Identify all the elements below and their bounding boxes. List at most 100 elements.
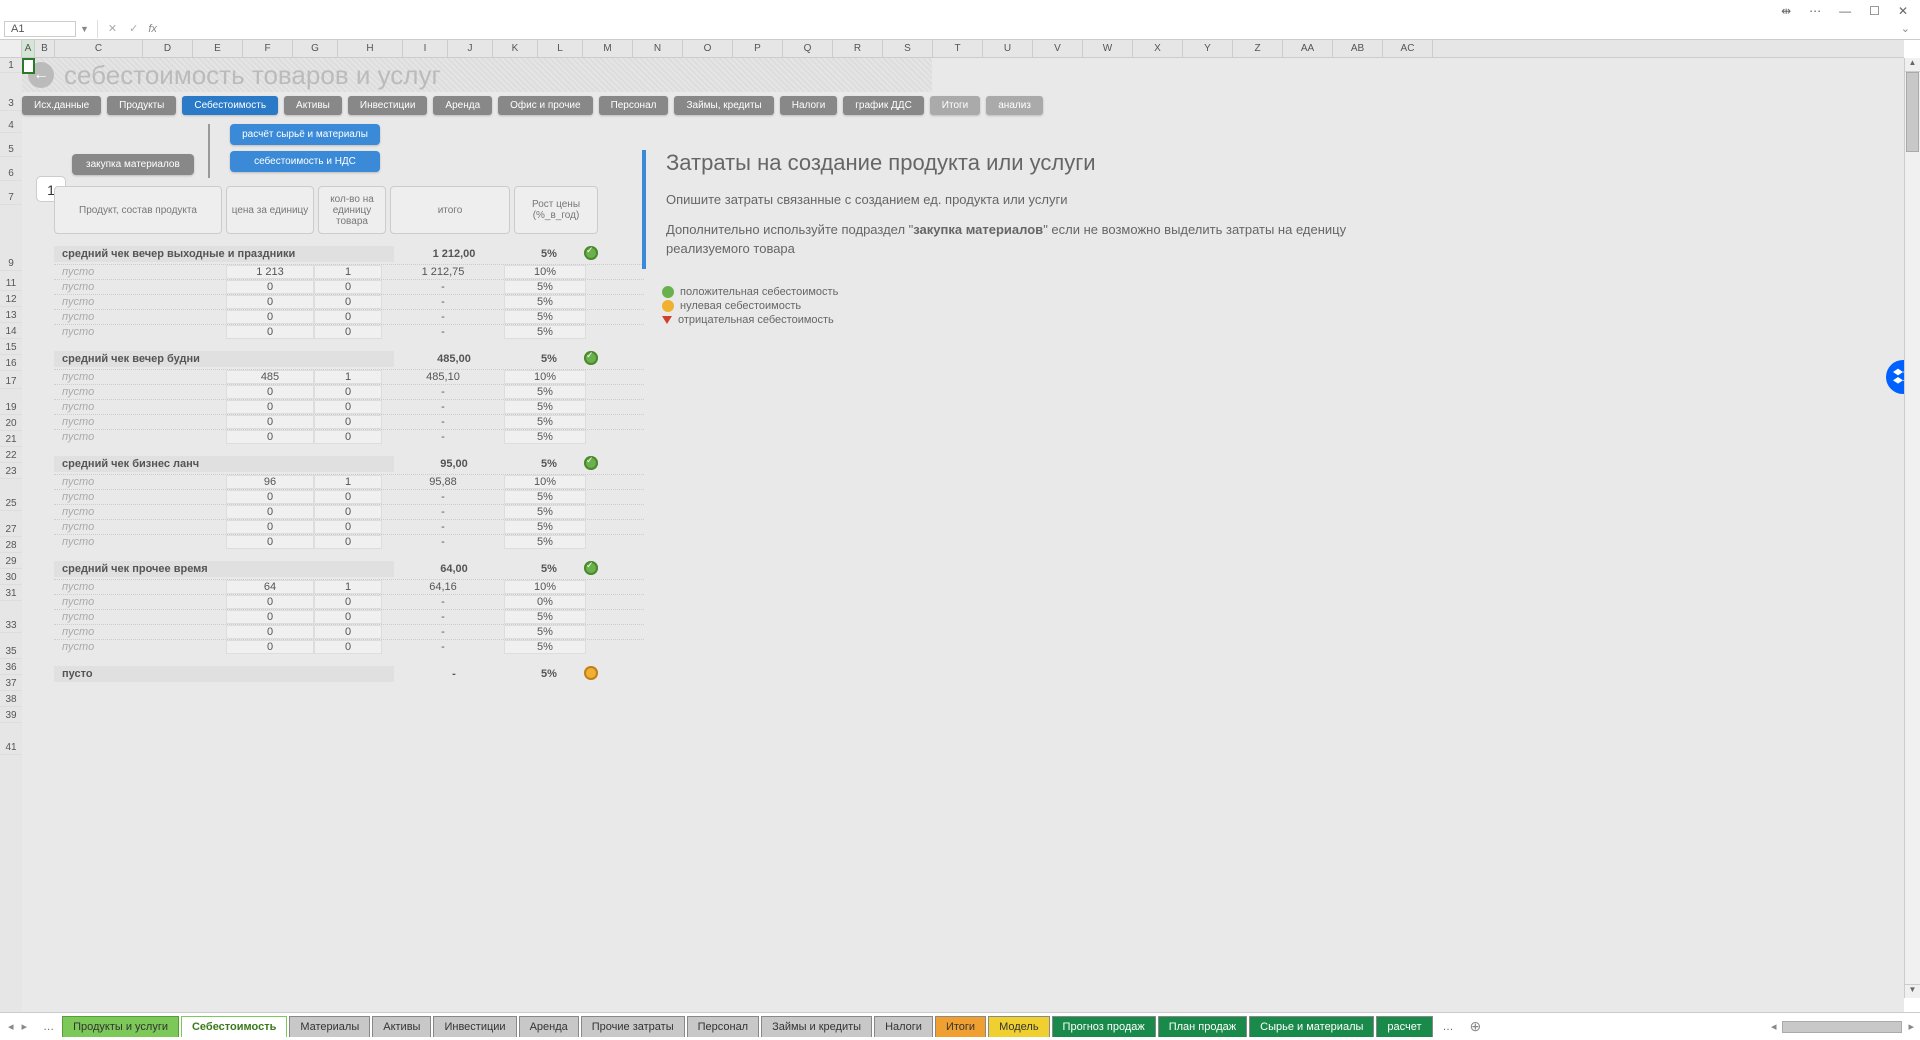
cell-growth[interactable]: 5% — [504, 385, 586, 399]
cell-qty[interactable]: 0 — [314, 415, 382, 429]
row-header-36[interactable]: 36 — [0, 660, 22, 675]
sheet-tab-7[interactable]: Персонал — [687, 1016, 760, 1037]
row-header-29[interactable]: 29 — [0, 554, 22, 569]
sheet-tab-3[interactable]: Активы — [372, 1016, 431, 1037]
sheet-tabs-more-right[interactable]: … — [1435, 1021, 1462, 1033]
row-header-30[interactable]: 30 — [0, 570, 22, 585]
cell-qty[interactable]: 0 — [314, 490, 382, 504]
row-header-41[interactable]: 41 — [0, 740, 22, 755]
cell-name[interactable]: пусто — [54, 386, 226, 398]
row-header-11[interactable]: 11 — [0, 276, 22, 291]
col-header-I[interactable]: I — [403, 40, 448, 57]
cell-growth[interactable]: 5% — [504, 505, 586, 519]
cell-name[interactable]: пусто — [54, 521, 226, 533]
nav-tab-12[interactable]: анализ — [986, 96, 1043, 115]
col-header-R[interactable]: R — [833, 40, 883, 57]
row-header-21[interactable]: 21 — [0, 432, 22, 447]
cell-growth[interactable]: 5% — [504, 490, 586, 504]
row-header-17[interactable]: 17 — [0, 374, 22, 389]
col-header-AA[interactable]: AA — [1283, 40, 1333, 57]
row-header-5[interactable]: 5 — [0, 142, 22, 157]
cell-growth[interactable]: 10% — [504, 265, 586, 279]
col-header-U[interactable]: U — [983, 40, 1033, 57]
col-header-E[interactable]: E — [193, 40, 243, 57]
row-header-1[interactable]: 1 — [0, 58, 22, 73]
cell-name[interactable]: пусто — [54, 581, 226, 593]
sheet-tab-13[interactable]: План продаж — [1158, 1016, 1247, 1037]
cell-qty[interactable]: 0 — [314, 325, 382, 339]
row-header-22[interactable]: 22 — [0, 448, 22, 463]
row-header-27[interactable]: 27 — [0, 522, 22, 537]
cell-name[interactable]: пусто — [54, 431, 226, 443]
cell-price[interactable]: 0 — [226, 415, 314, 429]
nav-tab-6[interactable]: Офис и прочие — [498, 96, 592, 115]
cell-growth[interactable]: 5% — [504, 430, 586, 444]
col-header-Z[interactable]: Z — [1233, 40, 1283, 57]
cell-name[interactable]: пусто — [54, 371, 226, 383]
add-sheet-button[interactable]: ⊕ — [1462, 1018, 1490, 1035]
sub-button-1[interactable]: себестоимость и НДС — [230, 151, 380, 172]
scroll-thumb[interactable] — [1906, 72, 1919, 152]
cell-growth[interactable]: 5% — [504, 520, 586, 534]
cell-qty[interactable]: 1 — [314, 475, 382, 489]
nav-tab-8[interactable]: Займы, кредиты — [674, 96, 773, 115]
col-header-A[interactable]: A — [22, 40, 35, 57]
sheet-tab-6[interactable]: Прочие затраты — [581, 1016, 685, 1037]
cell-qty[interactable]: 1 — [314, 265, 382, 279]
cell-growth[interactable]: 0% — [504, 595, 586, 609]
cell-growth[interactable]: 5% — [504, 400, 586, 414]
purchase-materials-button[interactable]: закупка материалов — [72, 154, 194, 175]
row-header-37[interactable]: 37 — [0, 676, 22, 691]
cell-price[interactable]: 64 — [226, 580, 314, 594]
cell-growth[interactable]: 5% — [504, 415, 586, 429]
cell-price[interactable]: 1 213 — [226, 265, 314, 279]
cell-price[interactable]: 0 — [226, 385, 314, 399]
cell-growth[interactable]: 5% — [504, 610, 586, 624]
row-header-25[interactable]: 25 — [0, 496, 22, 511]
col-header-X[interactable]: X — [1133, 40, 1183, 57]
row-header-14[interactable]: 14 — [0, 324, 22, 339]
cell-name[interactable]: пусто — [54, 491, 226, 503]
cell-growth[interactable]: 5% — [504, 280, 586, 294]
cell-growth[interactable]: 10% — [504, 475, 586, 489]
cell-name[interactable]: пусто — [54, 476, 226, 488]
row-header-4[interactable]: 4 — [0, 118, 22, 133]
row-header-3[interactable]: 3 — [0, 96, 22, 111]
cell-price[interactable]: 0 — [226, 625, 314, 639]
cell-growth[interactable]: 5% — [504, 325, 586, 339]
hscroll-right-icon[interactable]: ▸ — [1902, 1020, 1920, 1033]
cell-name[interactable]: пусто — [54, 311, 226, 323]
cell-growth[interactable]: 5% — [504, 625, 586, 639]
row-header-13[interactable]: 13 — [0, 308, 22, 323]
expand-formula-icon[interactable]: ⌄ — [1895, 22, 1916, 35]
sheet-tab-15[interactable]: расчет — [1376, 1016, 1432, 1037]
sheet-tab-1[interactable]: Себестоимость — [181, 1016, 287, 1037]
nav-tab-7[interactable]: Персонал — [599, 96, 669, 115]
sheet-tab-14[interactable]: Сырье и материалы — [1249, 1016, 1374, 1037]
row-header-31[interactable]: 31 — [0, 586, 22, 601]
cell-growth[interactable]: 5% — [504, 535, 586, 549]
col-header-N[interactable]: N — [633, 40, 683, 57]
col-header-O[interactable]: O — [683, 40, 733, 57]
cell-name[interactable]: пусто — [54, 536, 226, 548]
sheet-tab-2[interactable]: Материалы — [289, 1016, 370, 1037]
cell-price[interactable]: 0 — [226, 430, 314, 444]
sheet-tab-4[interactable]: Инвестиции — [433, 1016, 516, 1037]
scroll-up-icon[interactable]: ▲ — [1905, 58, 1920, 72]
sheet-tab-5[interactable]: Аренда — [519, 1016, 579, 1037]
hscroll-left-icon[interactable]: ◂ — [1765, 1020, 1783, 1033]
hscroll-thumb[interactable] — [1782, 1021, 1902, 1033]
cell-name[interactable]: пусто — [54, 296, 226, 308]
row-header-33[interactable]: 33 — [0, 618, 22, 633]
col-header-F[interactable]: F — [243, 40, 293, 57]
row-header-35[interactable]: 35 — [0, 644, 22, 659]
cell-growth[interactable]: 5% — [504, 640, 586, 654]
spreadsheet-canvas[interactable]: ← себестоимость товаров и услуг Исх.данн… — [22, 58, 1904, 1012]
cell-name[interactable]: пусто — [54, 281, 226, 293]
row-header-7[interactable]: 7 — [0, 190, 22, 205]
col-header-L[interactable]: L — [538, 40, 583, 57]
row-header-19[interactable]: 19 — [0, 400, 22, 415]
cell-qty[interactable]: 1 — [314, 370, 382, 384]
cell-price[interactable]: 0 — [226, 595, 314, 609]
cell-name[interactable]: пусто — [54, 641, 226, 653]
